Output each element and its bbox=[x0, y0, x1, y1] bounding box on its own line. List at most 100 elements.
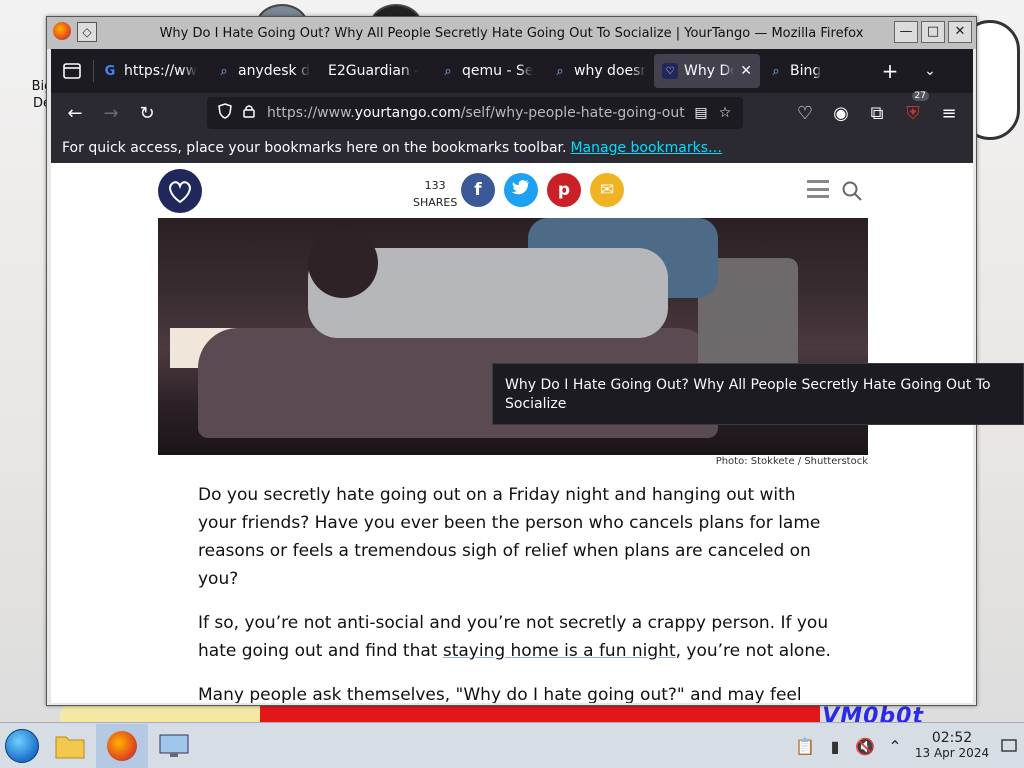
shares-label: SHARES bbox=[413, 196, 458, 209]
twitter-icon bbox=[512, 179, 530, 201]
ublock-button[interactable]: ⛨ 27 bbox=[895, 91, 931, 129]
url-text[interactable]: https://www.yourtango.com/self/why-peopl… bbox=[267, 105, 689, 121]
tab-label: https://ww bbox=[124, 63, 198, 79]
clock-time: 02:52 bbox=[931, 730, 973, 746]
article-body: Do you secretly hate going out on a Frid… bbox=[198, 481, 838, 703]
tab-label: Why Do bbox=[684, 63, 735, 79]
ublock-icon: ⛨ bbox=[906, 102, 920, 124]
plus-icon: + bbox=[881, 59, 899, 83]
firefox-view-button[interactable] bbox=[51, 49, 93, 93]
chevron-down-icon: ⌄ bbox=[924, 63, 936, 79]
taskbar: 📋 ▮ 🔇 ⌃ 02:52 13 Apr 2024 bbox=[0, 722, 1024, 768]
tab-anydesk[interactable]: ⌕ anydesk d bbox=[208, 54, 320, 88]
firefox-view-icon bbox=[63, 63, 81, 79]
close-button[interactable]: ✕ bbox=[948, 21, 972, 43]
desktop-watermark: VM0b0t bbox=[822, 704, 924, 722]
shield-icon[interactable] bbox=[213, 103, 237, 123]
tab-bing[interactable]: ⌕ Bing bbox=[760, 54, 870, 88]
web-page: 133 SHARES f p ✉ Photo: Stokkete / Shutt… bbox=[51, 163, 973, 703]
taskbar-firefox[interactable] bbox=[96, 723, 148, 768]
tab-qemu[interactable]: ⌕ qemu - Se bbox=[432, 54, 544, 88]
site-search-button[interactable] bbox=[841, 180, 863, 202]
pin-icon[interactable]: ◇ bbox=[77, 22, 97, 42]
shares-counter: 133 SHARES bbox=[413, 177, 457, 211]
window-title: Why Do I Hate Going Out? Why All People … bbox=[159, 25, 864, 41]
app-menu-button[interactable]: ≡ bbox=[931, 97, 967, 129]
tab-e2guardian[interactable]: E2Guardian - bbox=[320, 54, 432, 88]
monitor-icon bbox=[159, 734, 189, 757]
bookmarks-toolbar: For quick access, place your bookmarks h… bbox=[51, 133, 973, 163]
site-header: 133 SHARES f p ✉ bbox=[51, 163, 973, 218]
email-share-button[interactable]: ✉ bbox=[590, 173, 624, 207]
arrow-right-icon: → bbox=[103, 102, 119, 124]
search-icon: ⌕ bbox=[220, 63, 228, 79]
bookmarks-message: For quick access, place your bookmarks h… bbox=[62, 140, 567, 156]
hero-head bbox=[308, 228, 378, 298]
search-icon bbox=[842, 181, 862, 201]
back-button[interactable]: ← bbox=[57, 97, 93, 129]
article-paragraph: If so, you’re not anti-social and you’re… bbox=[198, 613, 831, 661]
firefox-icon bbox=[107, 730, 137, 761]
reload-icon: ↻ bbox=[139, 102, 155, 124]
pocket-button[interactable]: ♡ bbox=[787, 97, 823, 129]
clock[interactable]: 02:52 13 Apr 2024 bbox=[910, 731, 994, 761]
forward-button[interactable]: → bbox=[93, 97, 129, 129]
firefox-window: ◇ Why Do I Hate Going Out? Why All Peopl… bbox=[46, 16, 977, 706]
article-paragraph: Do you secretly hate going out on a Frid… bbox=[198, 485, 821, 589]
tab-yourtango[interactable]: ♡ Why Do ✕ bbox=[654, 54, 760, 88]
clipboard-icon[interactable]: 📋 bbox=[790, 737, 820, 756]
browser-chrome: G https://ww ⌕ anydesk d E2Guardian - ⌕ … bbox=[51, 49, 973, 163]
tab-why-doesnt[interactable]: ⌕ why doesn bbox=[544, 54, 654, 88]
account-button[interactable]: ◉ bbox=[823, 97, 859, 129]
article-paragraph: Many people ask themselves, "Why do I ha… bbox=[198, 685, 802, 703]
system-tray: 📋 ▮ 🔇 ⌃ 02:52 13 Apr 2024 bbox=[790, 723, 1024, 768]
tab-label: Bing bbox=[790, 63, 822, 79]
tab-google[interactable]: G https://ww bbox=[94, 54, 208, 88]
hamburger-icon: ≡ bbox=[941, 102, 957, 124]
tab-label: anydesk d bbox=[238, 63, 310, 79]
manage-bookmarks-link[interactable]: Manage bookmarks… bbox=[570, 140, 722, 156]
battery-icon[interactable]: ▮ bbox=[820, 737, 850, 756]
staying-home-link[interactable]: staying home is a fun night bbox=[443, 641, 676, 661]
search-icon: ⌕ bbox=[772, 63, 780, 79]
twitter-share-button[interactable] bbox=[504, 173, 538, 207]
email-icon: ✉ bbox=[599, 180, 615, 200]
close-icon: ✕ bbox=[954, 24, 966, 39]
window-titlebar[interactable]: ◇ Why Do I Hate Going Out? Why All Peopl… bbox=[47, 17, 976, 49]
folder-icon bbox=[55, 736, 85, 758]
pinterest-share-button[interactable]: p bbox=[547, 173, 581, 207]
taskbar-remote-desktop[interactable] bbox=[148, 724, 200, 768]
google-icon: G bbox=[104, 63, 116, 79]
shares-count: 133 bbox=[424, 179, 446, 192]
tab-label: qemu - Se bbox=[462, 63, 534, 79]
search-icon: ⌕ bbox=[556, 63, 564, 79]
maximize-button[interactable]: □ bbox=[921, 21, 945, 43]
firefox-icon[interactable] bbox=[53, 22, 71, 40]
tab-bar: G https://ww ⌕ anydesk d E2Guardian - ⌕ … bbox=[51, 49, 973, 93]
tab-label: why doesn bbox=[574, 63, 646, 79]
start-button[interactable] bbox=[0, 724, 44, 768]
taskbar-file-manager[interactable] bbox=[44, 724, 96, 768]
url-bar[interactable]: https://www.yourtango.com/self/why-peopl… bbox=[207, 97, 743, 129]
volume-muted-icon[interactable]: 🔇 bbox=[850, 737, 880, 756]
minimize-button[interactable]: — bbox=[894, 21, 918, 43]
list-all-tabs-button[interactable]: ⌄ bbox=[910, 49, 950, 93]
yourtango-logo[interactable] bbox=[158, 169, 202, 213]
site-menu-button[interactable] bbox=[807, 180, 829, 198]
photo-credit: Photo: Stokkete / Shutterstock bbox=[715, 456, 868, 467]
new-tab-button[interactable]: + bbox=[870, 49, 910, 93]
heart-icon bbox=[169, 181, 191, 204]
image-tooltip: Why Do I Hate Going Out? Why All People … bbox=[492, 363, 1024, 425]
reader-view-icon[interactable]: ▤ bbox=[689, 105, 713, 121]
maximize-icon: □ bbox=[926, 24, 940, 39]
reload-button[interactable]: ↻ bbox=[129, 97, 165, 129]
lock-icon[interactable] bbox=[237, 104, 261, 122]
show-desktop-button[interactable] bbox=[994, 723, 1024, 768]
extensions-button[interactable]: ⧉ bbox=[859, 97, 895, 129]
account-icon: ◉ bbox=[833, 102, 849, 124]
facebook-icon: f bbox=[474, 180, 482, 200]
bookmark-star-icon[interactable]: ☆ bbox=[713, 105, 737, 121]
facebook-share-button[interactable]: f bbox=[461, 173, 495, 207]
chevron-up-icon[interactable]: ⌃ bbox=[880, 737, 910, 756]
close-tab-icon[interactable]: ✕ bbox=[740, 63, 752, 79]
